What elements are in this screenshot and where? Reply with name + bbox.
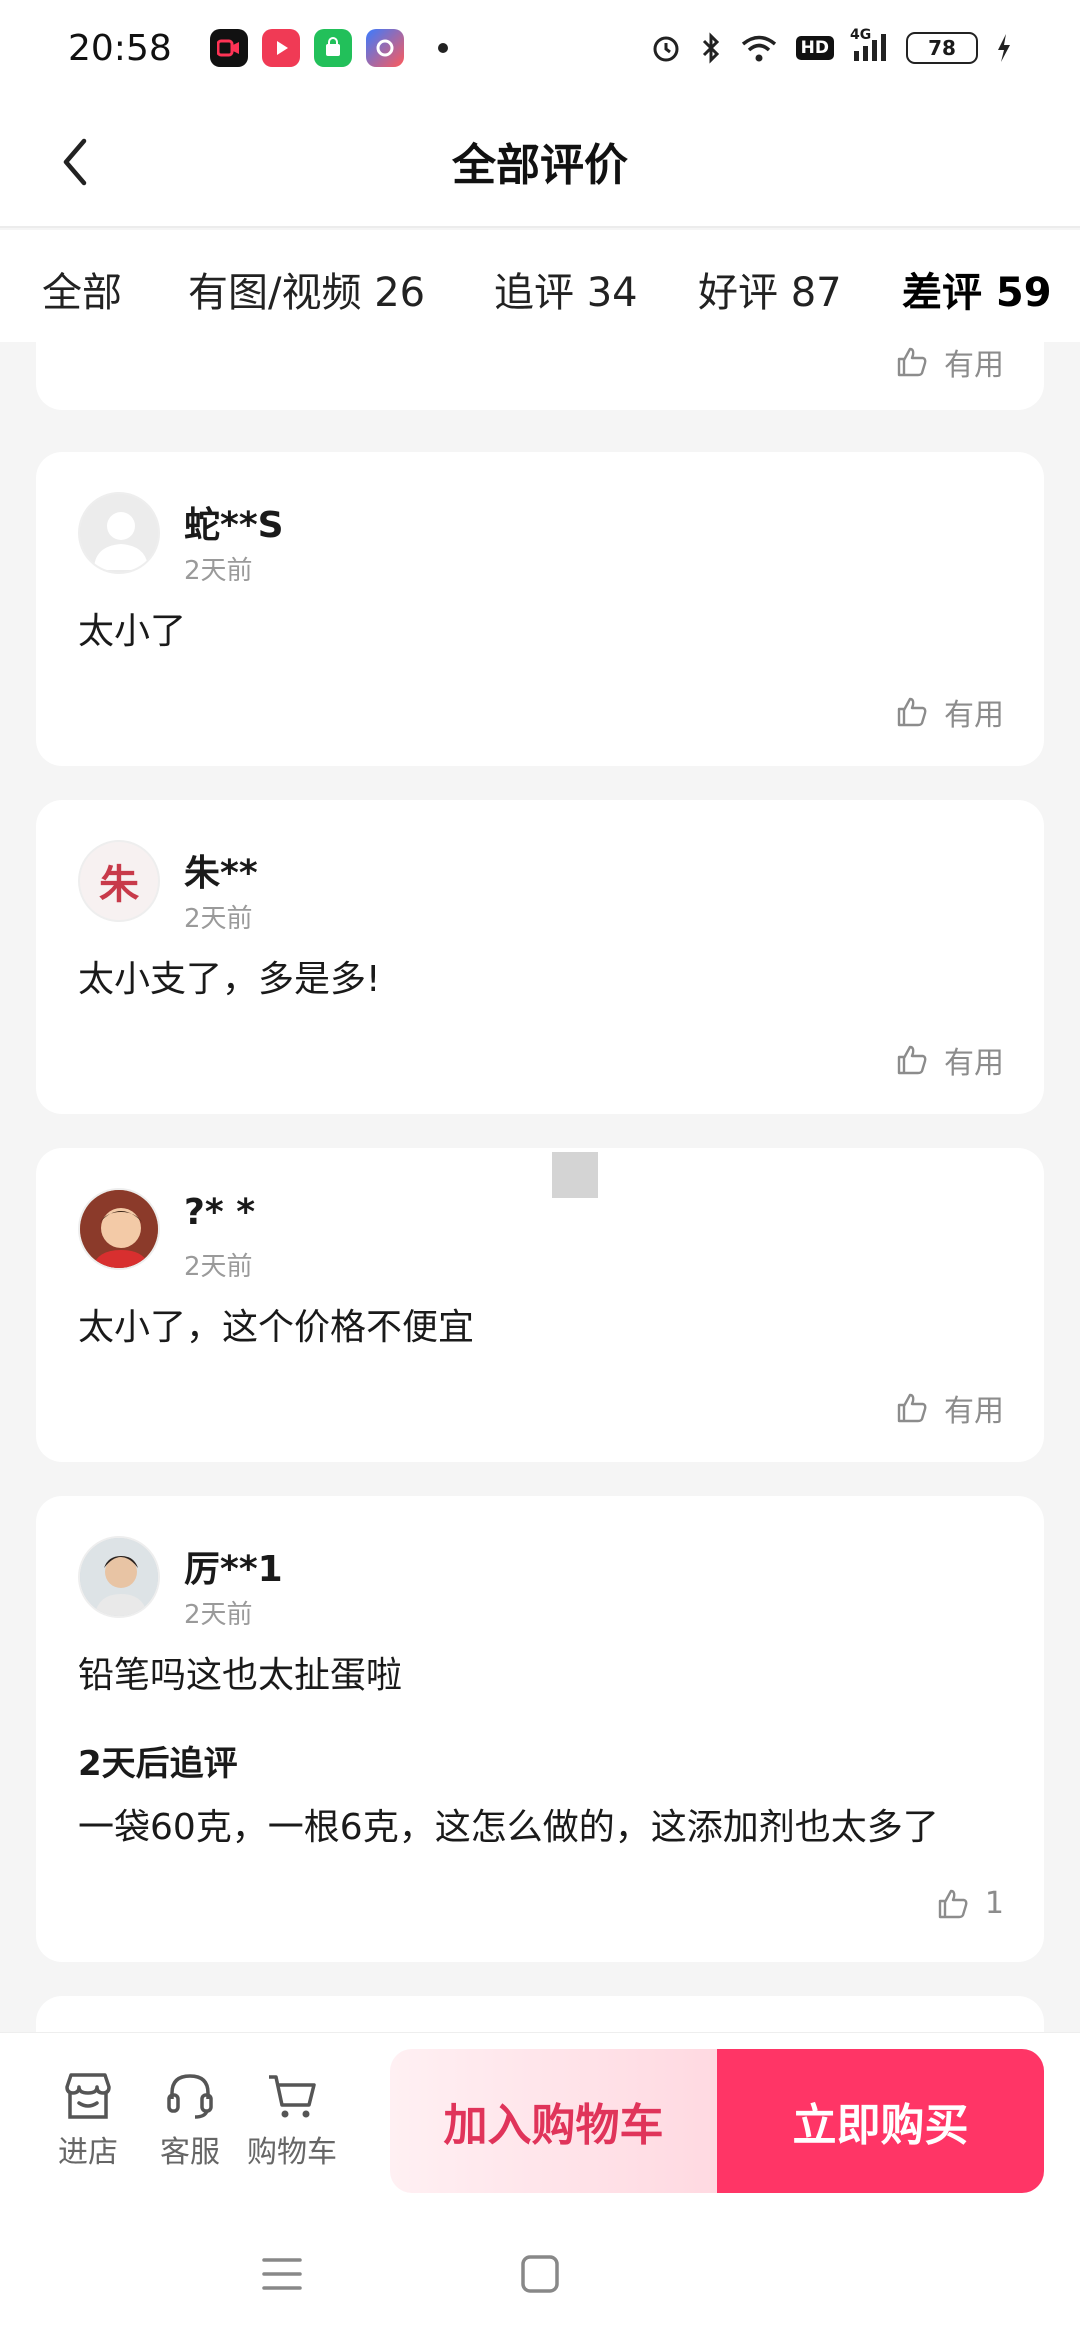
charging-icon: [996, 33, 1012, 63]
thumbs-up-icon: [897, 347, 927, 377]
thumbs-up-icon: [897, 1045, 927, 1075]
tab-followup[interactable]: 追评 34: [494, 260, 638, 318]
status-time: 20:58: [68, 27, 172, 69]
avatar[interactable]: [78, 1536, 160, 1618]
video-app-icon: [210, 29, 248, 67]
followup-title: 2天后追评: [78, 1744, 238, 1784]
thumbs-up-icon: [897, 697, 927, 727]
helpful-button[interactable]: 有用: [896, 690, 1004, 734]
review-card: 厉**1 2天前 铅笔吗这也太扯蛋啦 2天后追评 一袋60克，一根6克，这怎么做…: [36, 1496, 1044, 1962]
reviewer-name: 朱**: [184, 853, 258, 894]
page-title: 全部评价: [452, 140, 628, 191]
bag-app-icon: [314, 29, 352, 67]
notification-dot-icon: [438, 43, 448, 53]
tab-positive[interactable]: 好评 87: [698, 260, 842, 318]
alarm-icon: [650, 32, 682, 64]
helpful-button[interactable]: 有用: [896, 342, 1004, 384]
store-label: 进店: [58, 2135, 118, 2170]
review-time: 2天前: [184, 904, 253, 934]
followup-text: 一袋60克，一根6克，这怎么做的，这添加剂也太多了: [78, 1807, 939, 1848]
review-list: 有用 蛇**S 2天前 太小了 有用 朱 朱** 2天前 太小支了，多是多! 有…: [0, 342, 1080, 2032]
status-indicators: HD 4G 78: [650, 27, 1012, 64]
browser-app-icon: [366, 29, 404, 67]
add-to-cart-button[interactable]: 加入购物车: [390, 2049, 717, 2193]
image-placeholder: [552, 1152, 598, 1198]
buy-now-button[interactable]: 立即购买: [717, 2049, 1044, 2193]
play-app-icon: [262, 29, 300, 67]
avatar[interactable]: 朱: [78, 840, 160, 922]
reviewer-name: ?* *: [184, 1192, 256, 1233]
system-navigation-bar: [0, 2212, 1080, 2340]
home-icon[interactable]: [520, 2254, 560, 2294]
review-card: [36, 1996, 1044, 2032]
store-icon: [65, 2073, 111, 2119]
page-header: 全部评价: [0, 96, 1080, 228]
helpful-button[interactable]: 有用: [896, 1386, 1004, 1430]
helpful-label: 有用: [944, 348, 1004, 383]
helpful-count: 1: [984, 1886, 1004, 1921]
menu-icon[interactable]: [262, 2254, 302, 2294]
tab-negative[interactable]: 差评 59: [902, 260, 1052, 318]
wifi-icon: [740, 33, 778, 63]
review-time: 2天前: [184, 556, 253, 586]
helpful-label: 有用: [944, 1394, 1004, 1429]
review-time: 2天前: [184, 1252, 253, 1282]
reviewer-name: 厉**1: [184, 1549, 283, 1590]
review-card: 蛇**S 2天前 太小了 有用: [36, 452, 1044, 766]
avatar-char: 朱: [99, 861, 139, 908]
review-card: ?* * 2天前 太小了，这个价格不便宜 有用: [36, 1148, 1044, 1462]
purchase-actions: 加入购物车 立即购买: [390, 2049, 1044, 2193]
back-button[interactable]: [50, 134, 100, 190]
review-text: 铅笔吗这也太扯蛋啦: [78, 1655, 403, 1696]
battery-indicator: 78: [906, 32, 978, 64]
back-arrow-icon: [63, 138, 87, 186]
review-card: 朱 朱** 2天前 太小支了，多是多! 有用: [36, 800, 1044, 1114]
thumbs-up-icon: [938, 1889, 968, 1918]
review-card: 有用: [36, 342, 1044, 410]
cart-button[interactable]: 购物车: [232, 2071, 352, 2171]
avatar[interactable]: [78, 492, 160, 574]
reviewer-name: 蛇**S: [184, 505, 284, 546]
network-type: 4G: [850, 27, 872, 43]
status-bar: 20:58 HD 4G 78: [0, 0, 1080, 96]
review-time: 2天前: [184, 1600, 253, 1630]
helpful-label: 有用: [944, 1046, 1004, 1081]
bottom-action-bar: 进店 客服 购物车 加入购物车 立即购买: [0, 2032, 1080, 2212]
helpful-button[interactable]: 1: [937, 1886, 1004, 1921]
review-text: 太小支了，多是多!: [78, 959, 381, 1000]
helpful-label: 有用: [944, 698, 1004, 733]
hd-badge: HD: [795, 36, 834, 60]
tab-all[interactable]: 全部: [42, 260, 122, 318]
helpful-button[interactable]: 有用: [896, 1038, 1004, 1082]
headset-icon: [167, 2074, 213, 2119]
review-filter-tabs: 全部 有图/视频 26 追评 34 好评 87 差评 59: [0, 230, 1080, 342]
service-label: 客服: [160, 2135, 220, 2170]
avatar[interactable]: [78, 1188, 160, 1270]
status-app-icons: [210, 29, 448, 67]
battery-level: 78: [928, 36, 956, 60]
signal-icon: 4G: [850, 27, 888, 63]
bluetooth-icon: [700, 32, 722, 64]
thumbs-up-icon: [897, 1393, 927, 1423]
review-text: 太小了: [78, 611, 187, 652]
tab-with-media[interactable]: 有图/视频 26: [188, 260, 425, 318]
cart-icon: [269, 2075, 316, 2118]
review-text: 太小了，这个价格不便宜: [78, 1307, 475, 1348]
cart-label: 购物车: [247, 2135, 337, 2170]
